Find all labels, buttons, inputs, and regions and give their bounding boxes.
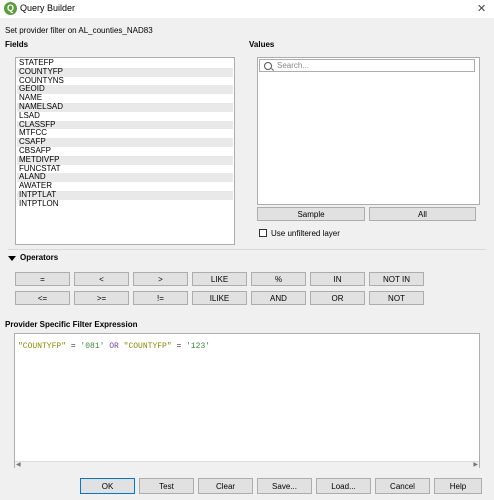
search-icon (264, 62, 272, 70)
expression-token: = (66, 342, 81, 351)
operators-heading: Operators (20, 253, 59, 262)
qgis-icon: Q (4, 2, 17, 15)
operator-button[interactable]: OR (310, 291, 365, 305)
expression-token: "COUNTYFP" (18, 342, 67, 351)
use-unfiltered-checkbox[interactable] (259, 229, 267, 237)
fields-list[interactable]: STATEFP COUNTYFP COUNTYNS GEOID NAME NAMELSAD… (15, 57, 235, 245)
operator-button[interactable]: % (251, 272, 306, 286)
sample-button[interactable]: Sample (257, 207, 365, 221)
test-button[interactable]: Test (139, 478, 194, 494)
field-item[interactable]: FUNCSTAT (17, 164, 233, 174)
values-list[interactable] (257, 57, 480, 205)
scroll-left-icon[interactable]: ◀ (16, 461, 21, 468)
save-button[interactable]: Save... (257, 478, 312, 494)
expression-heading: Provider Specific Filter Expression (5, 320, 138, 329)
operator-button[interactable]: AND (251, 291, 306, 305)
field-item[interactable]: MTFCC (17, 129, 233, 138)
expression-token: OR (104, 342, 124, 351)
field-item[interactable]: NAMELSAD (17, 102, 233, 112)
field-item[interactable]: CLASSFP (17, 120, 233, 130)
operator-button[interactable]: NOT IN (369, 272, 424, 286)
expression-token: = (171, 342, 187, 351)
values-heading: Values (249, 40, 275, 49)
separator (8, 249, 486, 250)
operator-button[interactable]: NOT (369, 291, 424, 305)
collapse-triangle-icon[interactable] (8, 256, 16, 261)
field-item[interactable]: GEOID (17, 85, 233, 95)
filter-description: Set provider filter on AL_counties_NAD83 (5, 26, 153, 35)
horizontal-scrollbar[interactable]: ◀ ▶ (15, 461, 479, 468)
operator-button[interactable]: = (15, 272, 70, 286)
help-button[interactable]: Help (434, 478, 482, 494)
operator-button[interactable]: > (133, 272, 188, 286)
expression-text: "COUNTYFP" = '081' OR "COUNTYFP" = '123' (18, 342, 210, 351)
close-icon[interactable]: ✕ (477, 2, 486, 15)
operator-button[interactable]: LIKE (192, 272, 247, 286)
ok-button[interactable]: OK (80, 478, 135, 494)
window-title: Query Builder (20, 3, 76, 13)
expression-token: '081' (80, 342, 105, 351)
operator-button[interactable]: != (133, 291, 188, 305)
operator-button[interactable]: ILIKE (192, 291, 247, 305)
fields-heading: Fields (5, 40, 29, 49)
load-button[interactable]: Load... (316, 478, 371, 494)
scroll-right-icon[interactable]: ▶ (473, 461, 478, 468)
cancel-button[interactable]: Cancel (375, 478, 430, 494)
expression-token: "COUNTYFP" (123, 342, 172, 351)
values-search-input[interactable]: Search... (259, 59, 475, 72)
operator-button[interactable]: IN (310, 272, 365, 286)
field-item[interactable]: COUNTYNS (17, 76, 233, 86)
expression-token: '123' (186, 342, 211, 351)
search-placeholder: Search... (277, 61, 310, 70)
operator-button[interactable]: < (74, 272, 129, 286)
clear-button[interactable]: Clear (198, 478, 253, 494)
operator-button[interactable]: <= (15, 291, 70, 305)
use-unfiltered-label: Use unfiltered layer (271, 229, 340, 238)
all-button[interactable]: All (369, 207, 476, 221)
field-item[interactable]: INTPTLON (17, 199, 233, 209)
operator-button[interactable]: >= (74, 291, 129, 305)
expression-editor[interactable]: "COUNTYFP" = '081' OR "COUNTYFP" = '123' (14, 333, 480, 468)
